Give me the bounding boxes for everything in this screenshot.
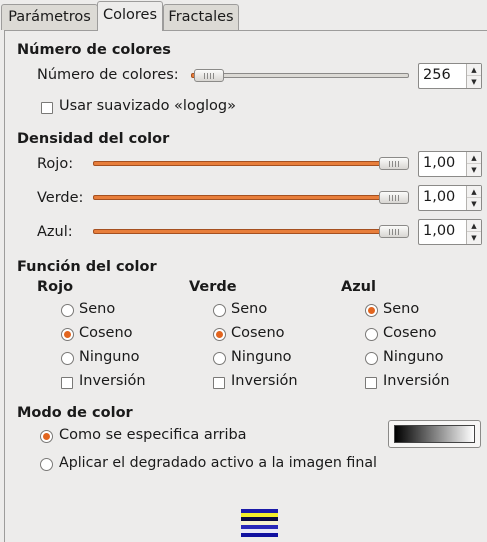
density-blue-label: Azul: xyxy=(37,224,73,240)
density-blue-slider[interactable] xyxy=(93,229,409,234)
color-function-heading: Función del color xyxy=(17,259,157,275)
density-blue-value[interactable]: 1,00 xyxy=(423,223,455,239)
density-red-value[interactable]: 1,00 xyxy=(423,155,455,171)
red-coseno-radio[interactable] xyxy=(61,328,74,341)
green-seno-label[interactable]: Seno xyxy=(231,301,267,317)
red-seno-label[interactable]: Seno xyxy=(79,301,115,317)
red-ninguno-radio[interactable] xyxy=(61,352,74,365)
tab-bar: Parámetros Colores Fractales xyxy=(0,0,487,31)
num-colors-value[interactable]: 256 xyxy=(423,67,451,83)
density-green-value[interactable]: 1,00 xyxy=(423,189,455,205)
spin-buttons: ▲ ▼ xyxy=(466,64,481,88)
density-blue-handle[interactable] xyxy=(379,225,409,238)
function-green-title: Verde xyxy=(189,279,237,295)
grip-icon xyxy=(389,161,400,167)
spin-buttons: ▲ ▼ xyxy=(466,152,481,176)
mode-specified-label[interactable]: Como se especifica arriba xyxy=(59,427,247,443)
grip-icon xyxy=(389,195,400,201)
num-colors-slider-track[interactable] xyxy=(197,73,409,78)
tab-label: Fractales xyxy=(168,9,234,25)
tab-parametros[interactable]: Parámetros xyxy=(1,4,98,30)
density-heading: Densidad del color xyxy=(17,131,170,147)
function-blue-title: Azul xyxy=(341,279,376,295)
spin-up-icon[interactable]: ▲ xyxy=(467,186,481,198)
tab-label: Parámetros xyxy=(8,9,91,25)
red-inversion-checkbox[interactable] xyxy=(61,377,73,389)
blue-inversion-checkbox[interactable] xyxy=(365,377,377,389)
blue-coseno-label[interactable]: Coseno xyxy=(383,325,437,341)
mode-specified-radio[interactable] xyxy=(40,430,53,443)
density-red-spinbutton[interactable]: 1,00 ▲ ▼ xyxy=(418,151,482,177)
spin-down-icon[interactable]: ▼ xyxy=(467,164,481,176)
density-green-spinbutton[interactable]: 1,00 ▲ ▼ xyxy=(418,185,482,211)
blue-seno-label[interactable]: Seno xyxy=(383,301,419,317)
red-ninguno-label[interactable]: Ninguno xyxy=(79,349,140,365)
blue-ninguno-radio[interactable] xyxy=(365,352,378,365)
num-colors-slider-handle[interactable] xyxy=(194,69,224,82)
density-red-handle[interactable] xyxy=(379,157,409,170)
green-coseno-radio[interactable] xyxy=(213,328,226,341)
density-red-label: Rojo: xyxy=(37,156,74,172)
tab-fractales[interactable]: Fractales xyxy=(163,4,239,30)
color-mode-heading: Modo de color xyxy=(17,405,133,421)
green-seno-radio[interactable] xyxy=(213,304,226,317)
spin-buttons: ▲ ▼ xyxy=(466,220,481,244)
blue-inversion-label[interactable]: Inversión xyxy=(383,373,450,389)
red-seno-radio[interactable] xyxy=(61,304,74,317)
density-blue-spinbutton[interactable]: 1,00 ▲ ▼ xyxy=(418,219,482,245)
num-colors-label: Número de colores: xyxy=(37,67,179,83)
color-preview-swatch xyxy=(241,509,278,538)
function-red-title: Rojo xyxy=(37,279,74,295)
green-coseno-label[interactable]: Coseno xyxy=(231,325,285,341)
density-green-slider[interactable] xyxy=(93,195,409,200)
spin-buttons: ▲ ▼ xyxy=(466,186,481,210)
spin-down-icon[interactable]: ▼ xyxy=(467,198,481,210)
spin-up-icon[interactable]: ▲ xyxy=(467,152,481,164)
density-green-handle[interactable] xyxy=(379,191,409,204)
grip-icon xyxy=(389,229,400,235)
blue-ninguno-label[interactable]: Ninguno xyxy=(383,349,444,365)
blue-seno-radio[interactable] xyxy=(365,304,378,317)
spin-down-icon[interactable]: ▼ xyxy=(467,232,481,244)
density-red-slider[interactable] xyxy=(93,161,409,166)
num-colors-heading: Número de colores xyxy=(17,42,171,58)
green-ninguno-radio[interactable] xyxy=(213,352,226,365)
gradient-select-button[interactable] xyxy=(388,420,481,448)
mode-gradient-radio[interactable] xyxy=(40,458,53,471)
red-coseno-label[interactable]: Coseno xyxy=(79,325,133,341)
blue-coseno-radio[interactable] xyxy=(365,328,378,341)
spin-up-icon[interactable]: ▲ xyxy=(467,220,481,232)
density-green-label: Verde: xyxy=(37,190,84,206)
tab-label: Colores xyxy=(102,7,157,23)
green-inversion-checkbox[interactable] xyxy=(213,377,225,389)
spin-up-icon[interactable]: ▲ xyxy=(467,64,481,76)
gradient-preview xyxy=(394,425,475,443)
loglog-label[interactable]: Usar suavizado «loglog» xyxy=(59,98,236,114)
green-ninguno-label[interactable]: Ninguno xyxy=(231,349,292,365)
green-inversion-label[interactable]: Inversión xyxy=(231,373,298,389)
spin-down-icon[interactable]: ▼ xyxy=(467,76,481,88)
loglog-checkbox[interactable] xyxy=(41,102,53,114)
num-colors-spinbutton[interactable]: 256 ▲ ▼ xyxy=(418,63,482,89)
tab-colores[interactable]: Colores xyxy=(97,1,163,31)
red-inversion-label[interactable]: Inversión xyxy=(79,373,146,389)
mode-gradient-label[interactable]: Aplicar el degradado activo a la imagen … xyxy=(59,455,377,471)
grip-icon xyxy=(204,73,215,79)
